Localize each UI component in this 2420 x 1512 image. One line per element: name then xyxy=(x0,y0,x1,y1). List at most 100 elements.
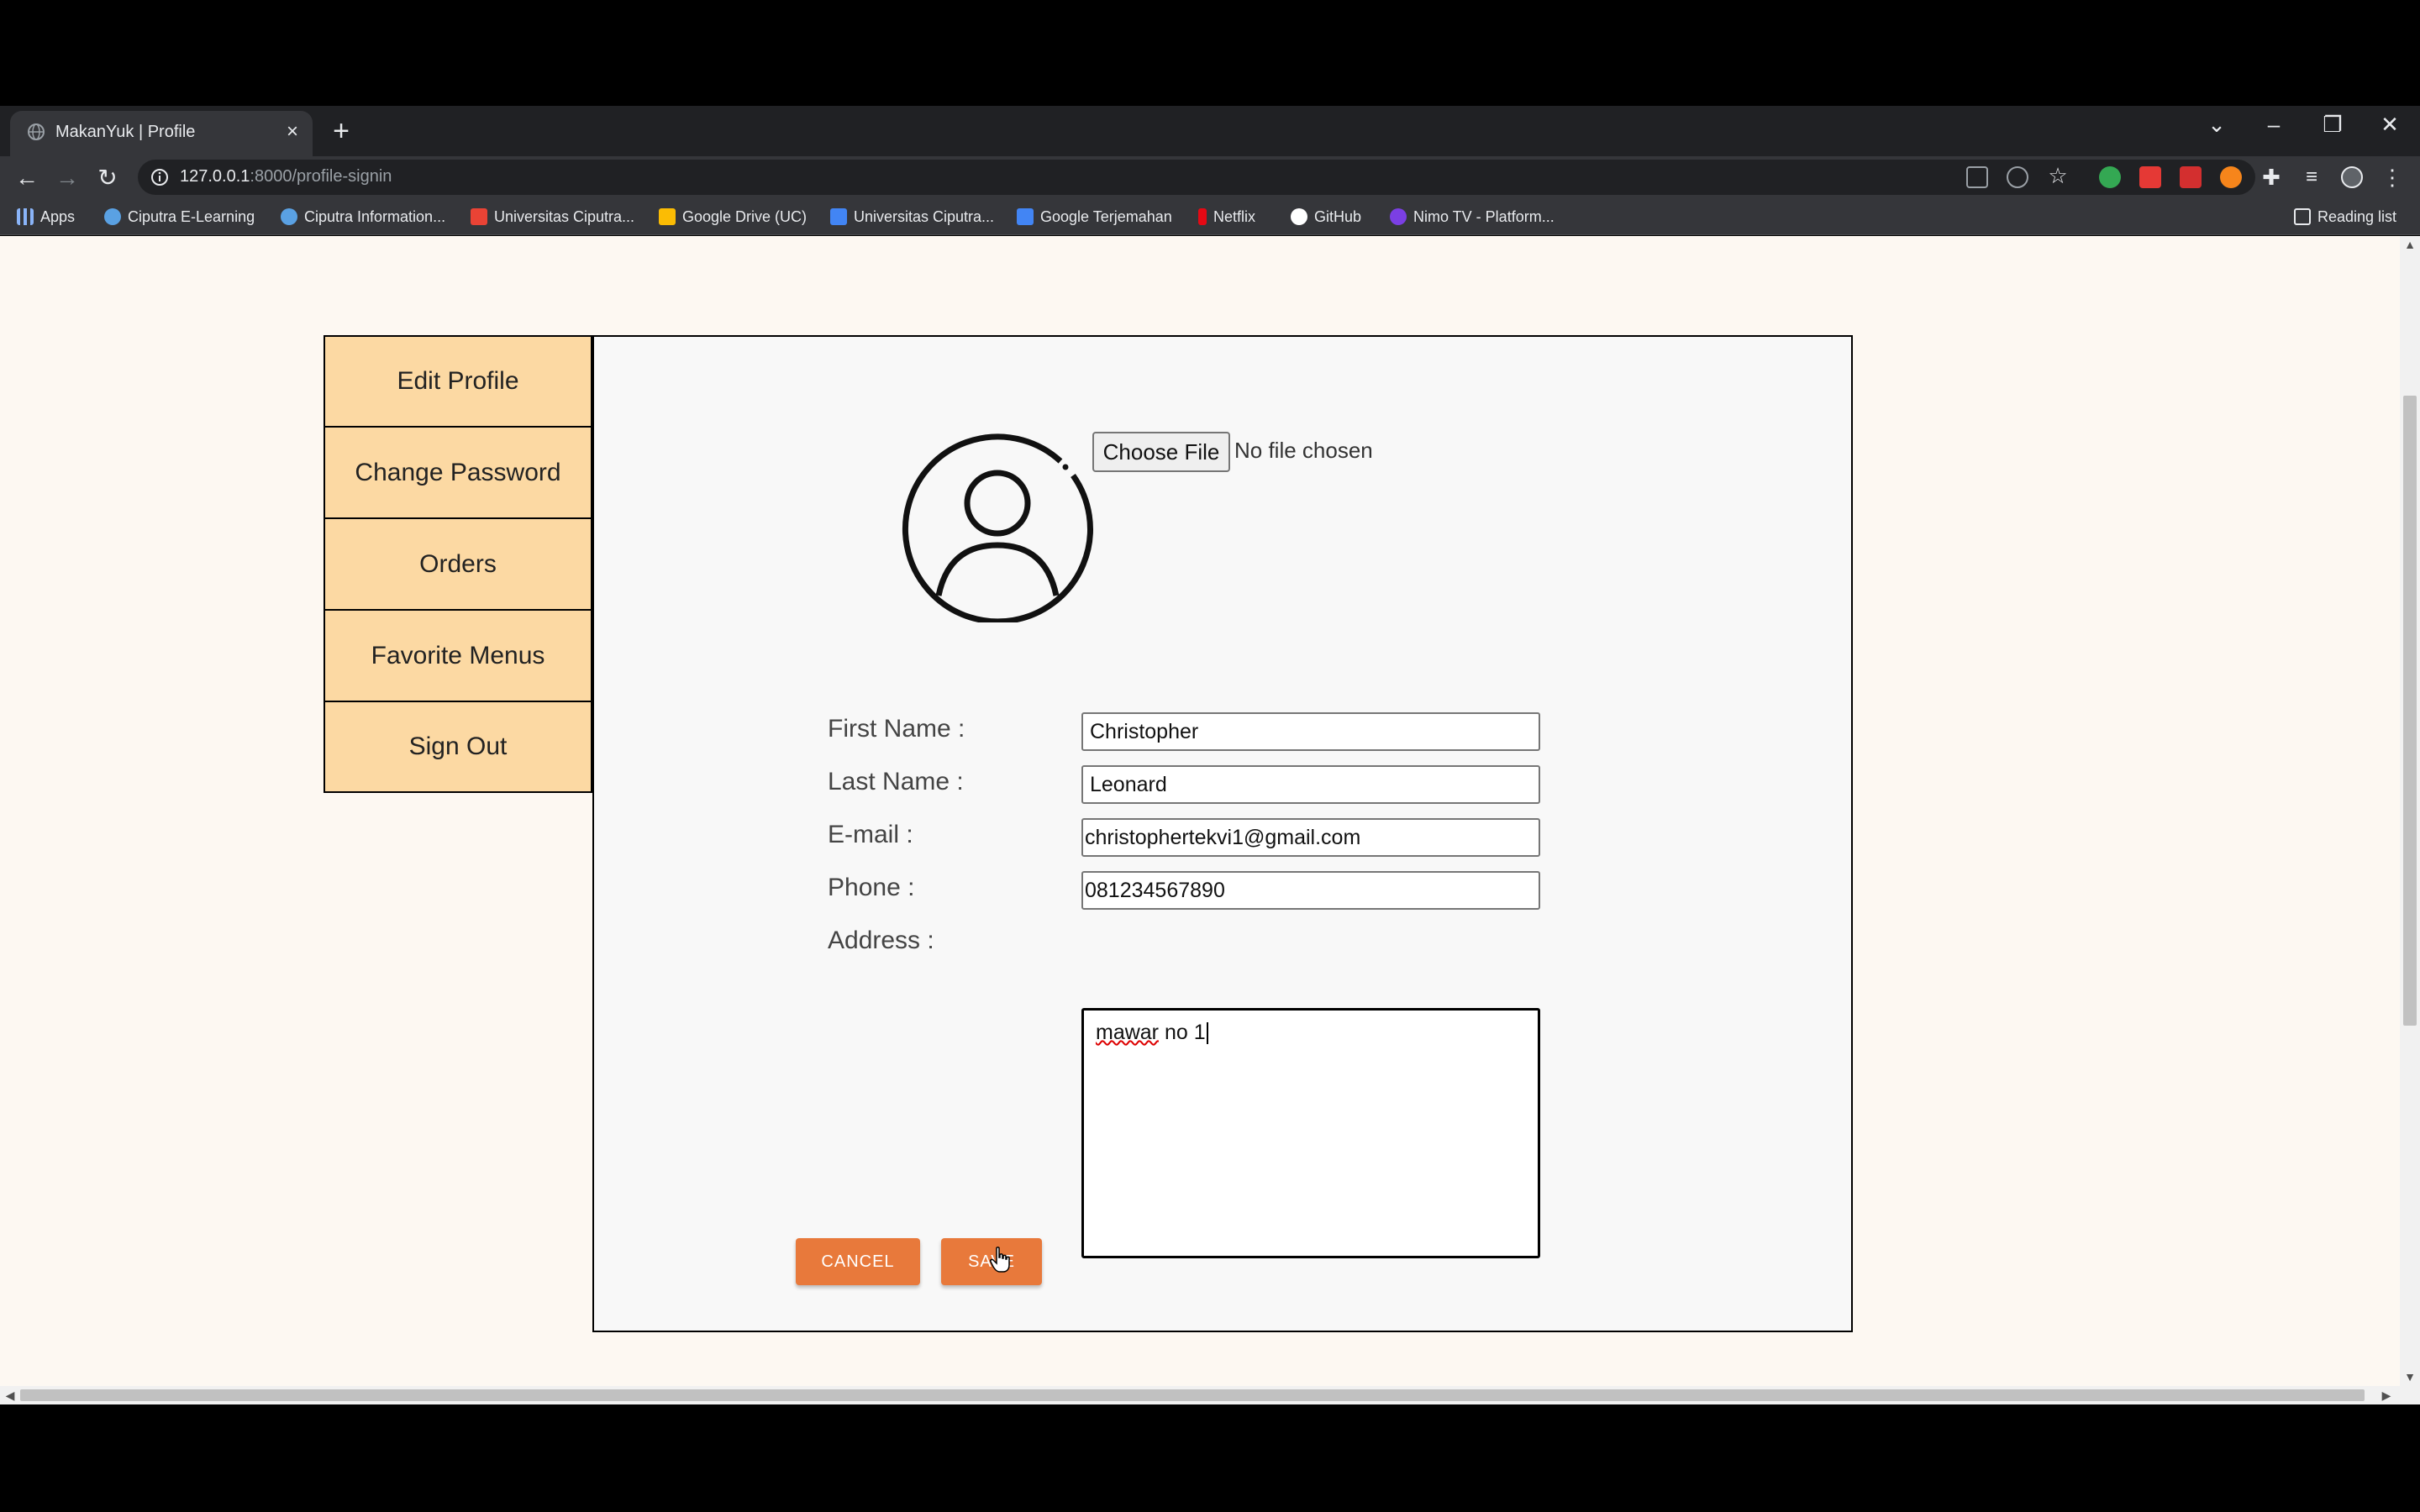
sidebar-item-change-password[interactable]: Change Password xyxy=(324,427,592,518)
scroll-left-arrow-icon[interactable]: ◀ xyxy=(2,1387,18,1404)
google-drive-icon xyxy=(659,208,676,225)
bookmark-favicon-icon xyxy=(104,208,121,225)
last-name-label: Last Name : xyxy=(828,768,964,795)
address-bar[interactable]: 127.0.0.1:8000/profile-signin ☆ xyxy=(138,160,2255,195)
translate-favicon-icon xyxy=(1017,208,1034,225)
sidebar-item-orders[interactable]: Orders xyxy=(324,518,592,610)
edit-profile-panel: Choose File No file chosen First Name : … xyxy=(592,335,1853,1332)
translate-icon[interactable] xyxy=(1966,166,1988,188)
bookmark-item[interactable]: GitHub xyxy=(1291,207,1361,227)
screen-letterbox-bottom xyxy=(0,1404,2420,1512)
vertical-scroll-thumb[interactable] xyxy=(2403,396,2417,1026)
nimo-tv-icon xyxy=(1390,208,1407,225)
sidebar-item-sign-out[interactable]: Sign Out xyxy=(324,701,592,793)
bookmark-label: Universitas Ciputra... xyxy=(494,207,635,225)
email-field[interactable]: christophertekvi1@gmail.com xyxy=(1081,818,1540,857)
globe-icon xyxy=(28,123,45,140)
forward-arrow-icon[interactable]: → xyxy=(50,161,84,195)
reading-list-button[interactable]: Reading list xyxy=(2294,207,2396,227)
bookmark-favicon-icon xyxy=(281,208,297,225)
reload-icon[interactable]: ↻ xyxy=(91,161,124,195)
browser-tab-strip: MakanYuk | Profile × xyxy=(0,106,2420,156)
bookmark-apps[interactable]: Apps xyxy=(17,207,75,227)
url-path: :8000/profile-signin xyxy=(250,167,392,186)
reading-list-icon xyxy=(2294,208,2311,225)
user-avatar-icon xyxy=(902,433,1093,622)
restore-icon[interactable]: ❐ xyxy=(2316,108,2349,141)
browser-tab[interactable]: MakanYuk | Profile × xyxy=(10,111,313,156)
vertical-scrollbar[interactable]: ▲ ▼ xyxy=(2400,236,2420,1386)
close-tab-icon[interactable]: × xyxy=(282,119,302,144)
reading-list-label: Reading list xyxy=(2317,207,2397,225)
apps-grid-icon xyxy=(17,208,34,225)
sidebar-item-favorite-menus[interactable]: Favorite Menus xyxy=(324,610,592,701)
bookmark-item[interactable]: Ciputra E-Learning xyxy=(104,207,255,227)
sidebar-item-edit-profile[interactable]: Edit Profile xyxy=(324,335,592,427)
tab-title: MakanYuk | Profile xyxy=(55,123,196,141)
phone-label: Phone : xyxy=(828,874,915,901)
bookmark-label: Google Terjemahan xyxy=(1040,207,1172,225)
bookmark-label: Google Drive (UC) xyxy=(682,207,808,225)
bookmark-item[interactable]: Google Terjemahan xyxy=(1017,207,1172,227)
tab-search-chevron-icon[interactable]: ⌄ xyxy=(2200,108,2233,141)
netflix-icon xyxy=(1198,208,1207,225)
bookmark-item[interactable]: Netflix xyxy=(1198,207,1255,227)
github-icon xyxy=(1291,208,1307,225)
bookmark-label: Ciputra E-Learning xyxy=(128,207,255,225)
address-textarea[interactable]: mawar no 1 xyxy=(1081,1008,1540,1258)
browser-toolbar: ← → ↻ 127.0.0.1:8000/profile-signin ☆ ✚ … xyxy=(0,156,2420,198)
text-caret xyxy=(1206,1022,1208,1045)
scroll-right-arrow-icon[interactable]: ▶ xyxy=(2378,1387,2395,1404)
bookmark-label: Ciputra Information... xyxy=(304,207,446,225)
extension-green-icon[interactable] xyxy=(2099,166,2121,188)
bookmark-label: GitHub xyxy=(1314,207,1362,225)
url-text: 127.0.0.1:8000/profile-signin xyxy=(180,167,392,186)
bookmark-item[interactable]: Google Drive (UC) xyxy=(659,207,807,227)
bookmark-label: Netflix xyxy=(1213,207,1256,225)
file-status-text: No file chosen xyxy=(1234,438,1373,463)
extension-red-icon[interactable] xyxy=(2139,166,2161,188)
minimize-icon[interactable]: – xyxy=(2257,108,2291,141)
info-icon[interactable] xyxy=(150,167,170,187)
share-icon[interactable] xyxy=(2007,166,2028,188)
back-arrow-icon[interactable]: ← xyxy=(10,161,44,195)
horizontal-scrollbar[interactable]: ◀ ▶ xyxy=(0,1386,2420,1404)
bookmark-label: Universitas Ciputra... xyxy=(854,207,995,225)
last-name-field[interactable]: Leonard xyxy=(1081,765,1540,804)
screen-letterbox-top xyxy=(0,0,2420,106)
pdf-extension-icon[interactable] xyxy=(2180,166,2202,188)
bookmark-item[interactable]: Ciputra Information... xyxy=(281,207,445,227)
first-name-field[interactable]: Christopher xyxy=(1081,712,1540,751)
hand-pointer-cursor-icon xyxy=(990,1247,1010,1273)
bookmark-item[interactable]: Universitas Ciputra... xyxy=(830,207,994,227)
page-content: Edit Profile Change Password Orders Favo… xyxy=(0,236,2400,1386)
horizontal-scroll-thumb[interactable] xyxy=(20,1389,2365,1401)
close-window-icon[interactable]: ✕ xyxy=(2373,108,2407,141)
media-control-icon[interactable]: ≡ xyxy=(2301,166,2323,188)
new-tab-button[interactable]: + xyxy=(329,108,353,155)
bookmark-label: Nimo TV - Platform... xyxy=(1413,207,1555,225)
profile-sidebar: Edit Profile Change Password Orders Favo… xyxy=(324,335,592,793)
puzzle-extensions-icon[interactable]: ✚ xyxy=(2260,166,2282,188)
calendar-icon xyxy=(830,208,847,225)
address-text: no 1 xyxy=(1159,1021,1206,1044)
choose-file-button[interactable]: Choose File xyxy=(1092,432,1230,472)
spellcheck-word: mawar xyxy=(1096,1021,1160,1044)
bookmarks-bar: Apps Ciputra E-Learning Ciputra Informat… xyxy=(0,198,2420,235)
email-label: E-mail : xyxy=(828,821,913,848)
bookmark-label: Apps xyxy=(40,207,76,225)
address-label: Address : xyxy=(828,927,934,954)
metamask-icon[interactable] xyxy=(2220,166,2242,188)
bookmark-item[interactable]: Nimo TV - Platform... xyxy=(1390,207,1555,227)
scroll-up-arrow-icon[interactable]: ▲ xyxy=(2402,236,2418,253)
scroll-down-arrow-icon[interactable]: ▼ xyxy=(2402,1368,2418,1385)
cancel-button[interactable]: CANCEL xyxy=(796,1238,920,1285)
kebab-menu-icon[interactable]: ⋮ xyxy=(2381,166,2403,188)
bookmark-star-icon[interactable]: ☆ xyxy=(2047,165,2069,186)
url-host: 127.0.0.1 xyxy=(180,167,250,186)
avatar[interactable] xyxy=(2341,166,2363,188)
gmail-icon xyxy=(471,208,487,225)
bookmark-item[interactable]: Universitas Ciputra... xyxy=(471,207,634,227)
first-name-label: First Name : xyxy=(828,715,965,743)
phone-field[interactable]: 081234567890 xyxy=(1081,871,1540,910)
